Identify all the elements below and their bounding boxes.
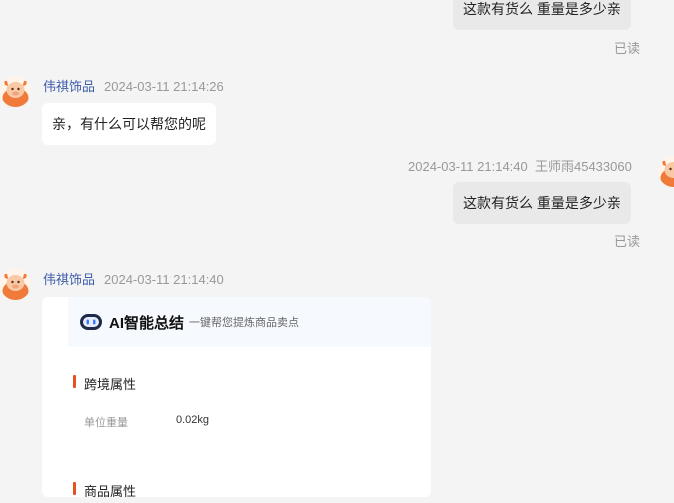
message-bubble-right[interactable]: 这款有货么 重量是多少亲	[453, 182, 631, 224]
message-text: 这款有货么 重量是多少亲	[463, 195, 621, 211]
message-text: 这款有货么 重量是多少亲	[463, 1, 621, 17]
message-time: 2024-03-11 21:14:40	[408, 159, 528, 174]
section-title: 商品属性	[84, 484, 137, 497]
sender-name: 王师雨45433060	[534, 159, 632, 174]
cartoon-cow-avatar-icon	[2, 273, 29, 300]
message-text: 亲，有什么可以帮您的呢	[52, 116, 206, 132]
ai-summary-card[interactable]: AI智能总结 一键帮您提炼商品卖点 跨境属性 单位重量 0.02kg 商品属性	[42, 297, 431, 497]
section-marker	[73, 375, 76, 388]
section-marker	[73, 482, 76, 495]
attr-value: 0.02kg	[176, 414, 210, 426]
cartoon-cow-avatar-icon	[2, 80, 29, 107]
message-bubble-left[interactable]: 亲，有什么可以帮您的呢	[42, 103, 216, 145]
message-meta: 2024-03-11 21:14:40 王师雨45433060	[408, 156, 632, 175]
cartoon-cow-avatar-icon	[660, 160, 674, 187]
avatar[interactable]	[0, 76, 31, 107]
read-status: 已读	[614, 41, 641, 56]
ai-card-header: AI智能总结 一键帮您提炼商品卖点	[68, 297, 431, 347]
robot-icon	[79, 313, 103, 331]
read-status: 已读	[614, 234, 641, 249]
message-time: 2024-03-11 21:14:26	[104, 79, 224, 94]
avatar[interactable]	[658, 156, 674, 187]
shop-name[interactable]: 伟祺饰品	[43, 272, 95, 287]
ai-card-title: AI智能总结	[109, 314, 185, 332]
ai-card-subtitle: 一键帮您提炼商品卖点	[189, 317, 300, 329]
attr-label: 单位重量	[84, 417, 128, 429]
message-time: 2024-03-11 21:14:40	[104, 272, 224, 287]
message-bubble-right[interactable]: 这款有货么 重量是多少亲	[453, 0, 631, 30]
shop-name[interactable]: 伟祺饰品	[43, 79, 95, 94]
avatar[interactable]	[0, 269, 31, 300]
message-meta: 伟祺饰品 2024-03-11 21:14:26	[43, 76, 224, 95]
section-title: 跨境属性	[84, 377, 137, 392]
message-meta: 伟祺饰品 2024-03-11 21:14:40	[43, 269, 224, 288]
